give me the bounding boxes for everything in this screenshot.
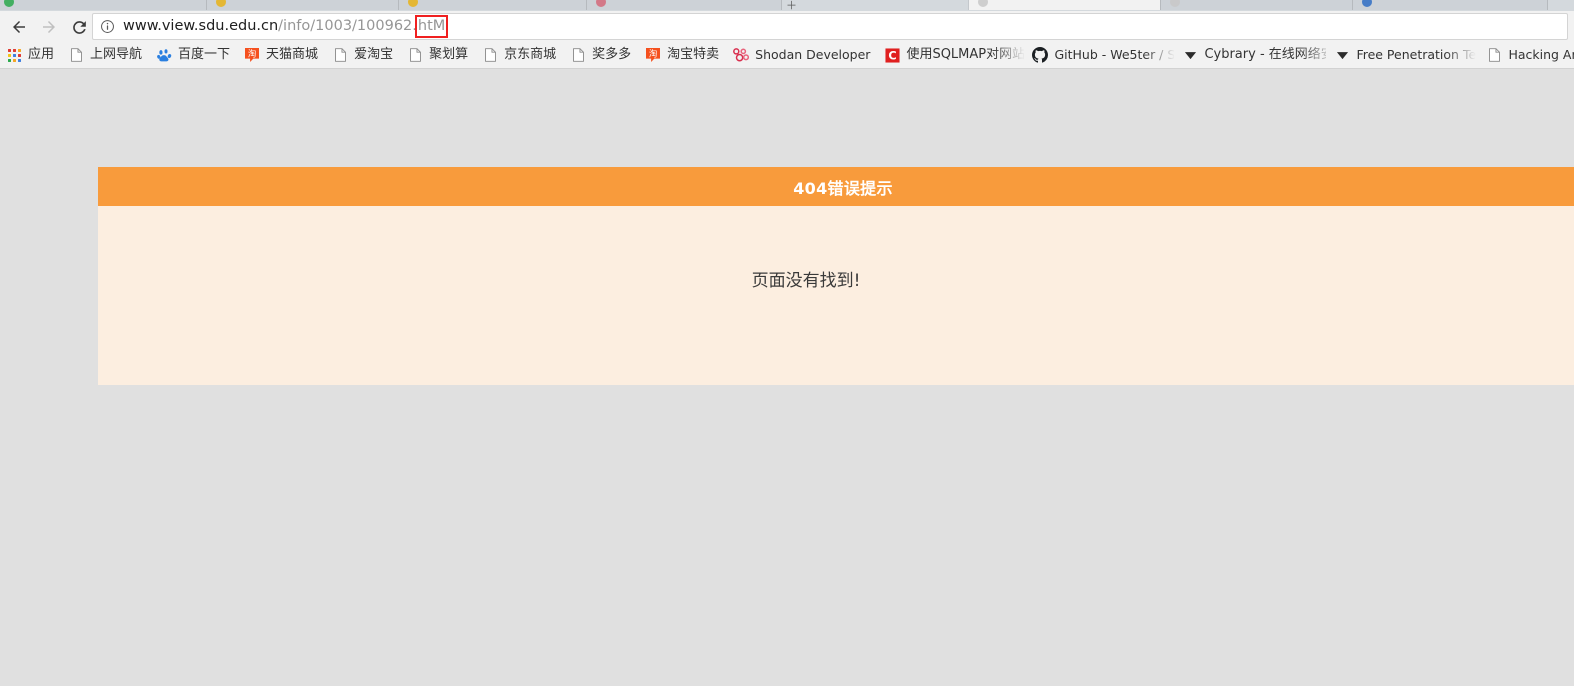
error-header-title: 404错误提示 xyxy=(98,167,1574,206)
arrow-left-icon xyxy=(13,21,25,33)
url-text[interactable]: www.view.sdu.edu.cn/info/1003/100962. htM xyxy=(123,15,449,38)
bookmark-label: 天猫商城 xyxy=(266,47,319,62)
bookmark-label: 奖多多 xyxy=(592,47,632,62)
bookmark-label: Free Penetration Te xyxy=(1356,47,1477,62)
tab-favicon xyxy=(978,0,988,7)
tab-strip: ＋ xyxy=(0,0,1574,11)
address-bar[interactable]: www.view.sdu.edu.cn/info/1003/100962. htM xyxy=(92,13,1568,40)
reload-icon xyxy=(72,20,86,34)
github-icon xyxy=(1032,47,1049,63)
bookmark-label: 百度一下 xyxy=(178,47,231,62)
svg-text:淘: 淘 xyxy=(248,49,256,59)
bookmark-juhuasuan[interactable]: 聚划算 xyxy=(401,45,474,66)
tab-favicon xyxy=(1170,0,1180,7)
taobao-tao-icon: 淘 xyxy=(244,47,260,63)
bookmark-label: Hacking Articles a xyxy=(1508,47,1574,62)
bookmark-free-penetration[interactable]: Free Penetration Te xyxy=(1328,45,1478,66)
url-path: /info/1003/100962. xyxy=(278,18,417,34)
bookmark-github[interactable]: GitHub - We5ter / S xyxy=(1026,45,1174,66)
bookmark-sqlmap-article[interactable]: C 使用SQLMAP对网站 xyxy=(878,45,1024,66)
browser-tab[interactable] xyxy=(1160,0,1356,10)
bookmark-jiangduoduo[interactable]: 奖多多 xyxy=(564,45,637,66)
url-highlight-box: htM xyxy=(414,15,449,38)
forward-button[interactable] xyxy=(36,14,62,40)
document-icon xyxy=(332,47,348,63)
sqlmap-c-icon: C xyxy=(884,47,900,63)
bookmark-hacking-articles[interactable]: Hacking Articles a xyxy=(1480,45,1574,66)
document-icon xyxy=(570,47,586,63)
bookmark-label: Cybrary - 在线网络安 xyxy=(1204,47,1327,62)
bookmark-aitaobao[interactable]: 爱淘宝 xyxy=(326,45,399,66)
page-viewport: 404错误提示 页面没有找到! xyxy=(0,69,1574,686)
arrow-right-icon xyxy=(43,21,55,33)
bookmark-jd[interactable]: 京东商城 xyxy=(476,45,562,66)
bookmark-label: 京东商城 xyxy=(504,47,557,62)
bookmark-label: Shodan Developer xyxy=(755,47,871,62)
bookmark-baidu[interactable]: 百度一下 xyxy=(150,45,236,66)
bookmark-tmall[interactable]: 淘 天猫商城 xyxy=(238,45,324,66)
bookmark-label: 聚划算 xyxy=(429,47,469,62)
apps-grid-icon xyxy=(6,47,22,63)
tab-favicon xyxy=(596,0,606,7)
bookmark-label: GitHub - We5ter / S xyxy=(1054,47,1175,62)
baidu-paw-icon xyxy=(156,47,172,63)
browser-tab[interactable] xyxy=(206,0,402,10)
bookmark-taobao-temai[interactable]: 淘 淘宝特卖 xyxy=(639,45,725,66)
document-icon xyxy=(482,47,498,63)
bookmark-cybrary[interactable]: Cybrary - 在线网络安 xyxy=(1176,45,1326,66)
back-button[interactable] xyxy=(6,14,32,40)
reload-button[interactable] xyxy=(66,14,92,40)
error-panel: 404错误提示 页面没有找到! xyxy=(98,167,1574,385)
browser-tab-active[interactable] xyxy=(968,0,1164,10)
browser-tab[interactable] xyxy=(0,0,210,10)
tab-favicon xyxy=(216,0,226,7)
browser-toolbar: www.view.sdu.edu.cn/info/1003/100962. htM xyxy=(0,11,1574,42)
svg-text:C: C xyxy=(888,49,896,62)
new-tab-button[interactable]: ＋ xyxy=(786,1,797,12)
chevron-down-icon xyxy=(1182,47,1198,63)
tab-favicon xyxy=(1362,0,1372,7)
taobao-tao-icon: 淘 xyxy=(645,47,661,63)
site-info-icon[interactable] xyxy=(100,19,115,34)
browser-tab[interactable] xyxy=(586,0,782,10)
tab-favicon xyxy=(4,0,14,7)
bookmark-label: 爱淘宝 xyxy=(354,47,394,62)
browser-tab[interactable] xyxy=(1352,0,1548,10)
browser-tab[interactable] xyxy=(398,0,590,10)
bookmarks-bar: 应用 上网导航 百度一下 淘 天猫商城 爱淘宝 聚划算 京东商城 奖多多 淘 淘… xyxy=(0,42,1574,69)
bookmark-label: 应用 xyxy=(28,47,55,62)
bookmark-label: 淘宝特卖 xyxy=(667,47,720,62)
bookmark-shodan[interactable]: Shodan Developer xyxy=(727,45,876,66)
document-icon xyxy=(68,47,84,63)
document-icon xyxy=(1486,47,1502,63)
svg-text:淘: 淘 xyxy=(649,49,657,59)
chevron-down-icon xyxy=(1334,47,1350,63)
url-host: www.view.sdu.edu.cn xyxy=(123,18,279,34)
bookmark-label: 使用SQLMAP对网站 xyxy=(906,47,1025,62)
tab-favicon xyxy=(408,0,418,7)
error-body: 页面没有找到! xyxy=(98,206,1574,385)
error-message: 页面没有找到! xyxy=(751,271,861,291)
bookmark-label: 上网导航 xyxy=(90,47,143,62)
shodan-icon xyxy=(733,47,750,63)
browser-window: ＋ www.view.sdu.edu.cn /info/1003/100962.… xyxy=(0,0,1574,686)
document-icon xyxy=(407,47,423,63)
bookmark-apps[interactable]: 应用 xyxy=(0,45,60,66)
bookmark-shangwang-daohang[interactable]: 上网导航 xyxy=(62,45,148,66)
